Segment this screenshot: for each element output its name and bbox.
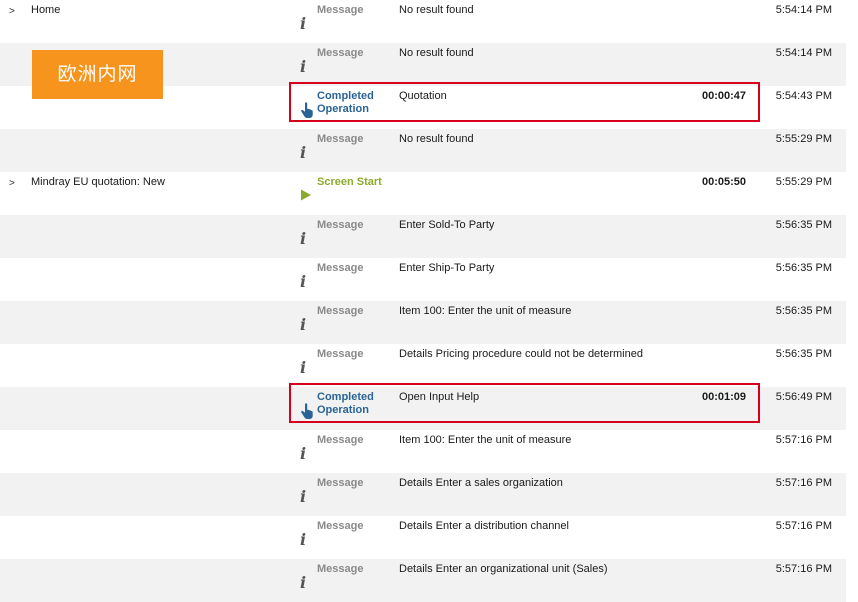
event-description: No result found <box>399 4 474 16</box>
info-icon: i <box>300 573 307 592</box>
screen-name: Home <box>31 4 61 16</box>
event-description: Details Enter a sales organization <box>399 477 563 489</box>
event-type: Completed Operation <box>317 391 374 416</box>
log-row[interactable]: i Message Details Enter a sales organizati… <box>0 473 846 516</box>
event-time: 5:55:29 PM <box>775 176 832 188</box>
log-row[interactable]: Completed Operation Open Input Help 00:01:… <box>0 387 846 430</box>
log-row[interactable]: i Message Details Enter an organizational … <box>0 559 846 602</box>
event-type: Message <box>317 348 364 360</box>
event-time: 5:54:43 PM <box>775 90 832 102</box>
event-type: Message <box>317 133 364 145</box>
event-time: 5:57:16 PM <box>775 434 832 446</box>
info-icon: i <box>300 358 307 377</box>
event-type: Message <box>317 4 364 16</box>
event-type: Message <box>317 305 364 317</box>
event-time: 5:54:14 PM <box>775 47 832 59</box>
event-description: Item 100: Enter the unit of measure <box>399 305 572 317</box>
event-type: Message <box>317 47 364 59</box>
event-duration: 00:05:50 <box>701 176 746 188</box>
event-type: Message <box>317 477 364 489</box>
event-description: Enter Ship-To Party <box>399 262 495 274</box>
event-description: Details Pricing procedure could not be d… <box>399 348 643 360</box>
log-row[interactable]: i Message Item 100: Enter the unit of meas… <box>0 301 846 344</box>
info-icon: i <box>300 444 307 463</box>
event-type: Message <box>317 520 364 532</box>
info-icon: i <box>300 14 307 33</box>
log-row[interactable]: i Message Enter Sold-To Party 5:56:35 PM <box>0 215 846 258</box>
event-type: Completed Operation <box>317 90 374 115</box>
play-icon <box>300 188 314 204</box>
info-icon: i <box>300 143 307 162</box>
event-type: Screen Start <box>317 176 382 188</box>
log-row[interactable]: > Home i Message No result found 5:54:14 PM <box>0 0 846 43</box>
event-description: No result found <box>399 133 474 145</box>
info-icon: i <box>300 229 307 248</box>
watermark-badge: 欧洲内网 <box>32 50 163 99</box>
event-time: 5:56:35 PM <box>775 262 832 274</box>
log-row[interactable]: i Message Details Pricing procedure could … <box>0 344 846 387</box>
event-type: Message <box>317 219 364 231</box>
event-type: Message <box>317 563 364 575</box>
event-description: No result found <box>399 47 474 59</box>
event-description: Enter Sold-To Party <box>399 219 495 231</box>
info-icon: i <box>300 530 307 549</box>
pointing-hand-icon <box>300 403 314 419</box>
event-type: Message <box>317 262 364 274</box>
event-description: Quotation <box>399 90 447 102</box>
log-row[interactable]: i Message No result found 5:55:29 PM <box>0 129 846 172</box>
event-description: Details Enter a distribution channel <box>399 520 569 532</box>
event-duration: 00:01:09 <box>701 391 746 403</box>
info-icon: i <box>300 487 307 506</box>
info-icon: i <box>300 272 307 291</box>
log-row[interactable]: i Message Enter Ship-To Party 5:56:35 PM <box>0 258 846 301</box>
event-description: Details Enter an organizational unit (Sa… <box>399 563 608 575</box>
event-time: 5:54:14 PM <box>775 4 832 16</box>
screen-name: Mindray EU quotation: New <box>31 176 165 188</box>
event-time: 5:57:16 PM <box>775 520 832 532</box>
event-description: Item 100: Enter the unit of measure <box>399 434 572 446</box>
event-time: 5:55:29 PM <box>775 133 832 145</box>
info-icon: i <box>300 57 307 76</box>
event-time: 5:56:35 PM <box>775 305 832 317</box>
event-description: Open Input Help <box>399 391 480 403</box>
event-time: 5:57:16 PM <box>775 563 832 575</box>
log-row[interactable]: i Message Item 100: Enter the unit of meas… <box>0 430 846 473</box>
expand-caret[interactable]: > <box>9 178 15 189</box>
event-duration: 00:00:47 <box>701 90 746 102</box>
event-time: 5:56:35 PM <box>775 219 832 231</box>
pointing-hand-icon <box>300 102 314 118</box>
event-time: 5:56:35 PM <box>775 348 832 360</box>
event-time: 5:56:49 PM <box>775 391 832 403</box>
info-icon: i <box>300 315 307 334</box>
expand-caret[interactable]: > <box>9 6 15 17</box>
log-row[interactable]: > Mindray EU quotation: New Screen Start 00… <box>0 172 846 215</box>
event-time: 5:57:16 PM <box>775 477 832 489</box>
event-type: Message <box>317 434 364 446</box>
log-row[interactable]: i Message Details Enter a distribution cha… <box>0 516 846 559</box>
